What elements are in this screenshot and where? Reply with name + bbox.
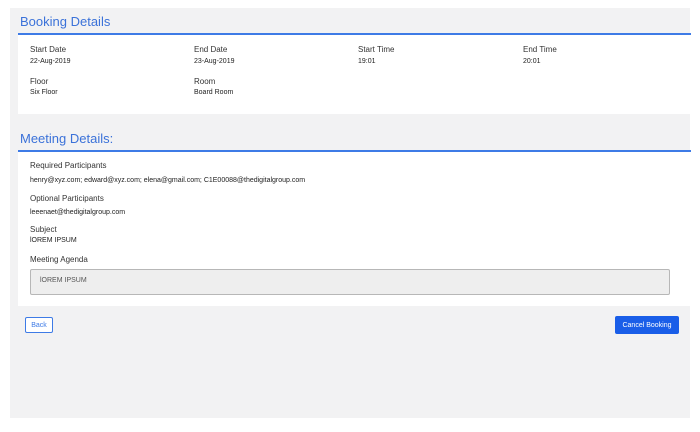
end-date-label: End Date — [194, 45, 228, 54]
meeting-agenda-label: Meeting Agenda — [30, 255, 88, 264]
subject-value: lOREM IPSUM — [30, 237, 77, 244]
back-button[interactable]: Back — [25, 317, 53, 333]
floor-label: Floor — [30, 77, 49, 86]
booking-details-page: Booking Details Start Date 22-Aug-2019 E… — [10, 8, 691, 418]
optional-participants-value: leeenaet@thedigitalgroup.com — [30, 209, 126, 216]
meeting-details-card: Required Participants henry@xyz.com; edw… — [18, 152, 691, 306]
room-label: Room — [194, 77, 216, 86]
booking-details-card: Start Date 22-Aug-2019 End Date 23-Aug-2… — [18, 35, 691, 114]
start-date-label: Start Date — [30, 45, 67, 54]
required-participants-value: henry@xyz.com; edward@xyz.com; elena@gma… — [30, 177, 306, 184]
meeting-agenda-field[interactable]: lOREM IPSUM — [30, 269, 670, 295]
room-value: Board Room — [194, 89, 234, 96]
floor-value: Six Floor — [30, 89, 58, 96]
start-time-label: Start Time — [358, 45, 395, 54]
subject-label: Subject — [30, 225, 57, 234]
start-time-value: 19:01 — [358, 58, 376, 65]
cancel-booking-button[interactable]: Cancel Booking — [615, 316, 679, 334]
end-time-value: 20:01 — [523, 58, 541, 65]
optional-participants-label: Optional Participants — [30, 194, 104, 203]
end-date-value: 23-Aug-2019 — [194, 58, 235, 65]
end-time-label: End Time — [523, 45, 557, 54]
booking-details-title: Booking Details — [20, 14, 111, 29]
start-date-value: 22-Aug-2019 — [30, 58, 71, 65]
required-participants-label: Required Participants — [30, 161, 107, 170]
meeting-details-title: Meeting Details: — [20, 131, 114, 146]
